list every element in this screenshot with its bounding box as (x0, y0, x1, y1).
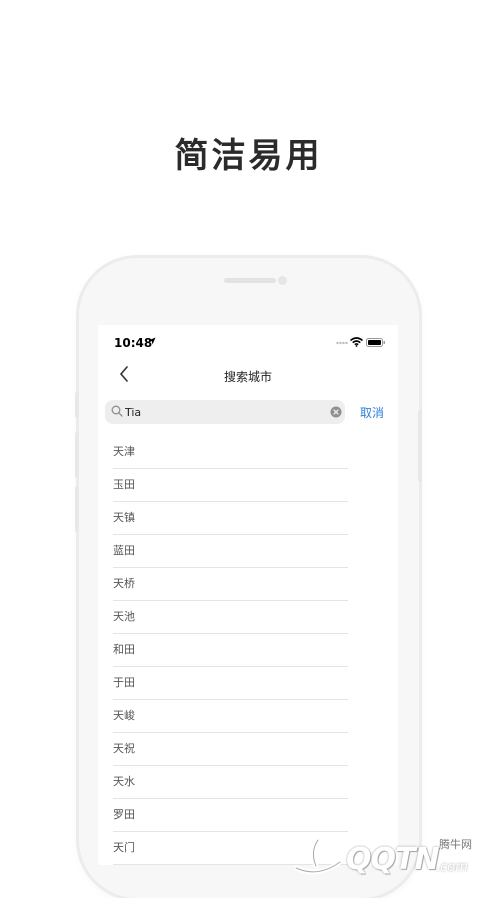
watermark-logo-icon (293, 837, 343, 875)
list-item[interactable]: 天桥 (113, 568, 348, 601)
cancel-button[interactable]: 取消 (360, 404, 384, 421)
search-bar[interactable] (105, 400, 345, 424)
status-time: 10:48 (114, 336, 153, 350)
phone-screen: 10:48 搜索城市 Tia 取消 天津 玉田 天镇 蓝田 天桥 天池 和田 于… (98, 325, 398, 865)
list-item[interactable]: 蓝田 (113, 535, 348, 568)
watermark-domain-suffix: .com (436, 860, 468, 875)
phone-camera (278, 276, 287, 285)
list-item[interactable]: 玉田 (113, 469, 348, 502)
city-results-list: 天津 玉田 天镇 蓝田 天桥 天池 和田 于田 天峻 天祝 天水 罗田 天门 (113, 436, 348, 865)
list-item[interactable]: 天镇 (113, 502, 348, 535)
phone-side-button (75, 486, 79, 532)
site-watermark: QQTN 腾牛网 .com (286, 830, 496, 883)
list-item[interactable]: 罗田 (113, 799, 348, 832)
list-item[interactable]: 于田 (113, 667, 348, 700)
phone-side-button (75, 432, 79, 478)
clear-icon[interactable] (330, 406, 342, 418)
watermark-brand: QQTN (346, 842, 440, 877)
list-item[interactable]: 和田 (113, 634, 348, 667)
watermark-site-name: 腾牛网 (439, 838, 472, 851)
cellular-signal-icon (336, 341, 348, 345)
phone-side-button (75, 392, 79, 418)
list-item[interactable]: 天津 (113, 436, 348, 469)
status-bar: 10:48 (98, 325, 398, 359)
phone-speaker (224, 278, 276, 283)
list-item[interactable]: 天水 (113, 766, 348, 799)
list-item[interactable]: 天祝 (113, 733, 348, 766)
wifi-icon (350, 337, 363, 347)
search-input[interactable] (125, 402, 325, 422)
navigation-bar: 搜索城市 (98, 359, 398, 397)
promo-headline: 简洁易用 (174, 136, 323, 176)
search-icon (111, 405, 123, 417)
phone-side-button (418, 410, 422, 482)
search-row: 取消 (98, 399, 398, 427)
location-arrow-icon (148, 337, 156, 345)
page-title: 搜索城市 (223, 370, 272, 384)
list-item[interactable]: 天峻 (113, 700, 348, 733)
battery-icon (366, 338, 385, 347)
list-item[interactable]: 天池 (113, 601, 348, 634)
